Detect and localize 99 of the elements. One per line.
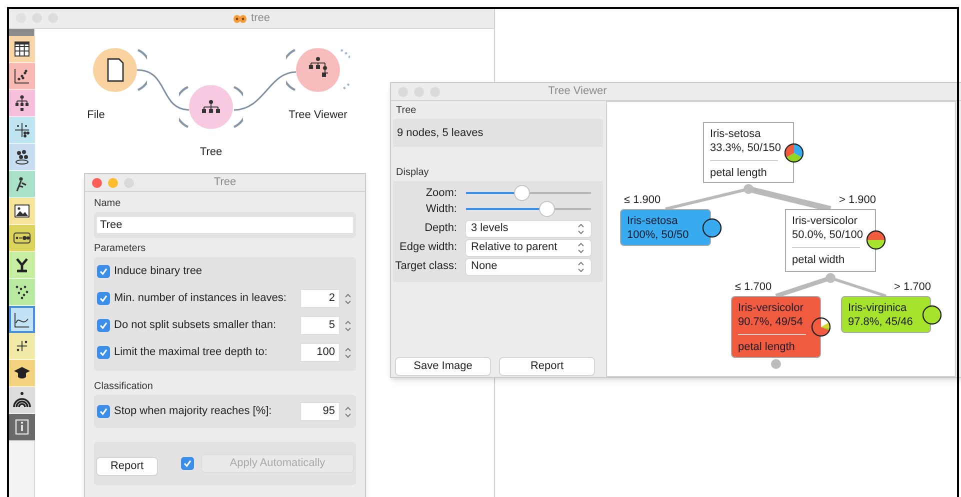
- action-button[interactable]: Save Image: [396, 358, 490, 375]
- line-chart-icon: [13, 310, 31, 328]
- tree-icon: [13, 94, 31, 112]
- pie-chart-icon: [702, 218, 722, 238]
- dropdown-value: None: [471, 259, 498, 274]
- name-field[interactable]: Tree: [97, 217, 353, 233]
- stepper-icon: [576, 260, 586, 274]
- node-stats: 50.0%, 50/100: [792, 228, 864, 242]
- option-label: Do not split subsets smaller than:: [114, 318, 278, 334]
- option-label: Stop when majority reaches [%]:: [114, 404, 273, 420]
- section-label: Classification: [94, 380, 154, 394]
- grid-icon: [13, 121, 31, 139]
- split-attribute: petal length: [710, 166, 768, 180]
- slider-thumb[interactable]: [515, 186, 530, 200]
- number-field[interactable]: 100: [301, 344, 339, 361]
- node-stats: 100%, 50/50: [627, 228, 690, 242]
- field-label: Zoom:: [424, 186, 458, 201]
- stepper-icon: [343, 318, 353, 332]
- pie-chart-icon: [922, 304, 942, 324]
- tree-node[interactable]: Iris-versicolor 50.0%, 50/100 petal width: [785, 209, 876, 272]
- dropdown-value: 3 levels: [471, 221, 510, 236]
- number-field[interactable]: 2: [301, 290, 339, 307]
- node-stats: 97.8%, 45/46: [848, 315, 914, 329]
- arcs-icon: [13, 391, 31, 409]
- section-label: Display: [395, 166, 430, 180]
- toolbox-header: [9, 29, 34, 36]
- option-label: Limit the maximal tree depth to:: [114, 345, 268, 360]
- field-label: Target class:: [394, 259, 458, 274]
- class-label: Iris-setosa: [627, 214, 679, 228]
- table-icon: [13, 40, 31, 58]
- link-line: [234, 71, 296, 111]
- pie-chart-icon: [784, 143, 804, 163]
- class-label: Iris-virginica: [848, 301, 908, 315]
- tree-node[interactable]: Iris-versicolor 90.7%, 49/54 petal length: [731, 296, 821, 358]
- node-handle[interactable]: [826, 273, 836, 283]
- number-field[interactable]: 5: [301, 317, 339, 334]
- stepper-icon: [343, 292, 353, 306]
- option-label: Induce binary tree: [114, 264, 204, 280]
- window-title: tree: [251, 11, 270, 26]
- edge-label: ≤ 1.700: [735, 281, 772, 294]
- node-handle[interactable]: [744, 184, 754, 194]
- option-label: Min. number of instances in leaves:: [114, 291, 288, 306]
- node-stats: 33.3%, 50/150: [710, 141, 782, 155]
- link-line: [136, 69, 190, 111]
- scatter-icon: [13, 283, 31, 301]
- edge-label: > 1.900: [838, 194, 876, 207]
- slider[interactable]: [466, 186, 591, 200]
- checkbox[interactable]: [97, 265, 110, 278]
- split-attribute: petal length: [738, 340, 796, 354]
- class-label: Iris-setosa: [710, 127, 762, 141]
- class-label: Iris-versicolor: [738, 301, 804, 315]
- stepper-icon: [576, 240, 586, 254]
- dropdown[interactable]: 3 levels: [466, 220, 591, 236]
- field-label: Width:: [424, 202, 458, 217]
- action-button[interactable]: Report: [500, 358, 594, 375]
- number-field[interactable]: 95: [301, 403, 339, 420]
- stepper-icon: [343, 346, 353, 360]
- dropdown-value: Relative to parent: [471, 240, 558, 256]
- window-title: Tree: [214, 175, 236, 190]
- class-label: Iris-versicolor: [792, 214, 858, 228]
- tree-node[interactable]: Iris-setosa 33.3%, 50/150 petal length: [703, 122, 794, 183]
- node-handle[interactable]: [771, 359, 781, 369]
- checkbox[interactable]: [97, 292, 110, 305]
- report-button[interactable]: Report: [97, 458, 157, 475]
- section-label: Name: [94, 197, 122, 211]
- section-label: Parameters: [94, 242, 147, 256]
- node-label: Tree Viewer: [288, 108, 348, 123]
- pie-chart-icon: [811, 317, 831, 337]
- edge-label: ≤ 1.900: [624, 194, 661, 207]
- field-label: Depth:: [424, 221, 458, 236]
- cluster-icon: [13, 148, 31, 166]
- stepper-icon: [343, 404, 353, 418]
- close-button[interactable]: [92, 178, 102, 188]
- split-attribute: petal width: [792, 253, 846, 267]
- stepper-icon: [576, 222, 586, 236]
- edge-label: > 1.700: [894, 281, 931, 294]
- slider[interactable]: [466, 202, 591, 216]
- checkbox[interactable]: [97, 319, 110, 332]
- checkbox[interactable]: [97, 405, 110, 418]
- window-title: Tree Viewer: [548, 84, 607, 100]
- app-icon: [233, 14, 248, 24]
- info-text: 9 nodes, 5 leaves: [393, 119, 603, 147]
- node-label: File: [87, 108, 105, 123]
- section-label: Tree: [395, 104, 418, 118]
- dropdown[interactable]: None: [466, 258, 591, 274]
- image-icon: [13, 202, 31, 220]
- node-stats: 90.7%, 49/54: [738, 315, 804, 329]
- network-icon: [13, 256, 31, 274]
- scatter-plot-icon: [13, 67, 31, 85]
- info-icon: [13, 418, 31, 436]
- tree-node[interactable]: Iris-virginica 97.8%, 45/46: [841, 296, 931, 333]
- slider-thumb[interactable]: [540, 202, 554, 216]
- checkbox[interactable]: [97, 346, 110, 359]
- category-button[interactable]: [9, 306, 35, 333]
- tree-node[interactable]: Iris-setosa 100%, 50/50: [620, 209, 711, 246]
- dropdown[interactable]: Relative to parent: [466, 240, 591, 256]
- node-label: Tree: [200, 145, 222, 160]
- field-label: Edge width:: [398, 240, 458, 256]
- pie-chart-icon: [866, 230, 886, 250]
